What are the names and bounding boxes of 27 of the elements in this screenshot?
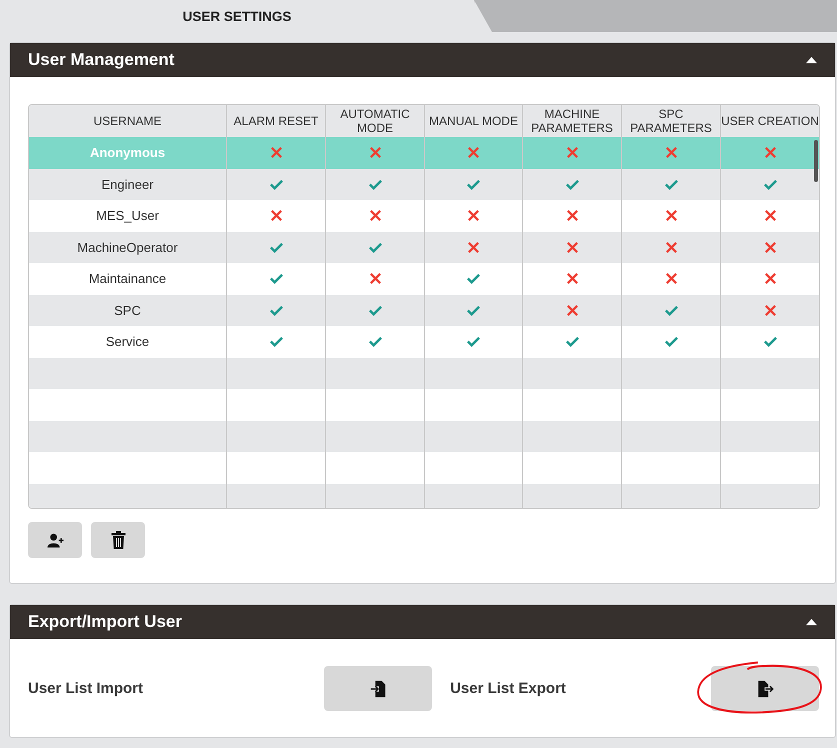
username-cell: Anonymous (90, 145, 166, 160)
caret-icon[interactable] (805, 55, 818, 65)
table-row[interactable]: MachineOperator (29, 232, 819, 263)
username-cell: Service (106, 334, 150, 350)
file-import-icon (370, 680, 387, 698)
panel-title: Export/Import User (28, 612, 182, 632)
table-row[interactable]: Engineer (29, 168, 819, 200)
caret-icon[interactable] (805, 617, 818, 627)
file-export-icon (756, 680, 774, 698)
export-button[interactable] (711, 666, 819, 711)
add-user-button[interactable] (28, 522, 82, 558)
table-row[interactable]: SPC (29, 294, 819, 326)
scrollbar-thumb[interactable] (814, 140, 818, 182)
username-cell: Maintainance (88, 271, 166, 286)
trash-icon (110, 531, 126, 549)
import-button[interactable] (324, 666, 432, 711)
username-cell: MES_User (96, 208, 159, 224)
delete-button[interactable] (91, 522, 145, 558)
panel-title: User Management (28, 50, 174, 70)
username-cell: SPC (114, 302, 141, 318)
field-label: User List Import (28, 680, 144, 697)
field-label: User List Export (450, 680, 566, 697)
add-user-icon (46, 531, 64, 549)
username-cell: Engineer (101, 176, 154, 192)
column-header: USER CREATION (721, 113, 819, 130)
username-cell: MachineOperator (77, 240, 178, 255)
tab[interactable]: USER SETTINGS (0, 0, 474, 32)
